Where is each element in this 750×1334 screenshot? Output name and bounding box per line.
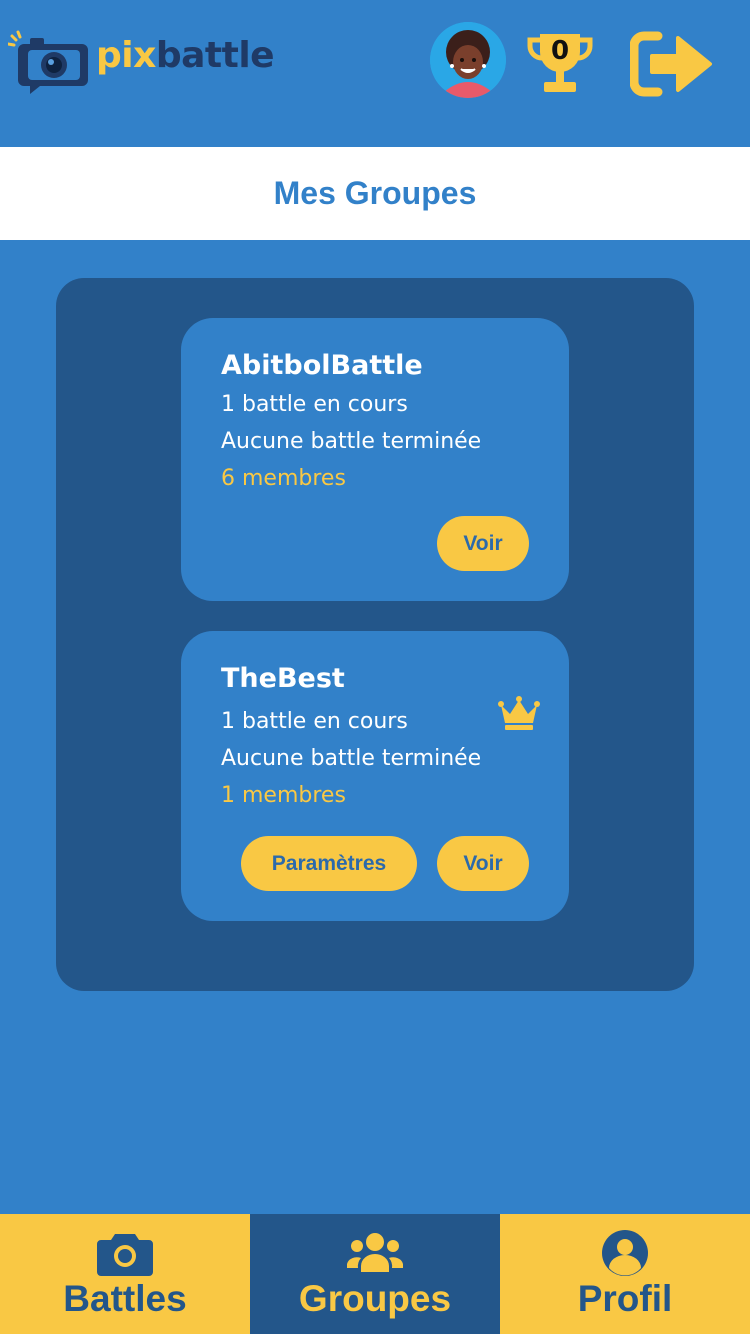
crown-icon	[498, 696, 540, 730]
group-card: AbitbolBattle 1 battle en cours Aucune b…	[181, 318, 569, 601]
user-circle-icon	[602, 1230, 648, 1276]
group-ongoing-battles: 1 battle en cours	[221, 392, 408, 417]
group-ongoing-battles: 1 battle en cours	[221, 709, 408, 734]
tab-profil-label: Profil	[577, 1278, 673, 1319]
group-settings-button[interactable]: Paramètres	[241, 836, 417, 891]
avatar-face-icon	[430, 22, 506, 98]
view-group-button[interactable]: Voir	[437, 516, 529, 571]
group-card: TheBest 1 battle en cours Aucune battle …	[181, 631, 569, 921]
bottom-tab-bar: Battles Groupes Profil	[0, 1214, 750, 1334]
page-title: Mes Groupes	[273, 175, 477, 211]
group-members-count: 1 membres	[221, 783, 346, 808]
page-title-bar: Mes Groupes	[0, 147, 750, 240]
tab-groupes-label: Groupes	[298, 1278, 452, 1319]
users-icon	[347, 1233, 403, 1272]
app-header: pixbattle 0	[0, 0, 750, 147]
user-avatar[interactable]	[430, 22, 506, 98]
tab-battles[interactable]: Battles	[0, 1214, 250, 1334]
tab-profil[interactable]: Profil	[500, 1214, 750, 1334]
app-name-battle: battle	[155, 35, 275, 76]
camera-icon	[97, 1234, 153, 1276]
group-finished-battles: Aucune battle terminée	[221, 746, 482, 771]
app-name: pixbattle	[96, 35, 275, 76]
logout-button[interactable]	[629, 30, 714, 98]
view-group-button[interactable]: Voir	[437, 836, 529, 891]
camera-chat-icon	[6, 30, 88, 94]
trophy-count: 0	[550, 36, 570, 66]
group-members-count: 6 membres	[221, 466, 346, 491]
groups-panel: AbitbolBattle 1 battle en cours Aucune b…	[56, 278, 694, 991]
app-name-pix: pix	[96, 35, 156, 76]
group-name: TheBest	[221, 663, 345, 694]
logout-icon	[629, 31, 712, 97]
tab-groupes[interactable]: Groupes	[250, 1214, 500, 1334]
group-name: AbitbolBattle	[221, 350, 423, 381]
group-finished-battles: Aucune battle terminée	[221, 429, 482, 454]
tab-battles-label: Battles	[63, 1278, 187, 1319]
